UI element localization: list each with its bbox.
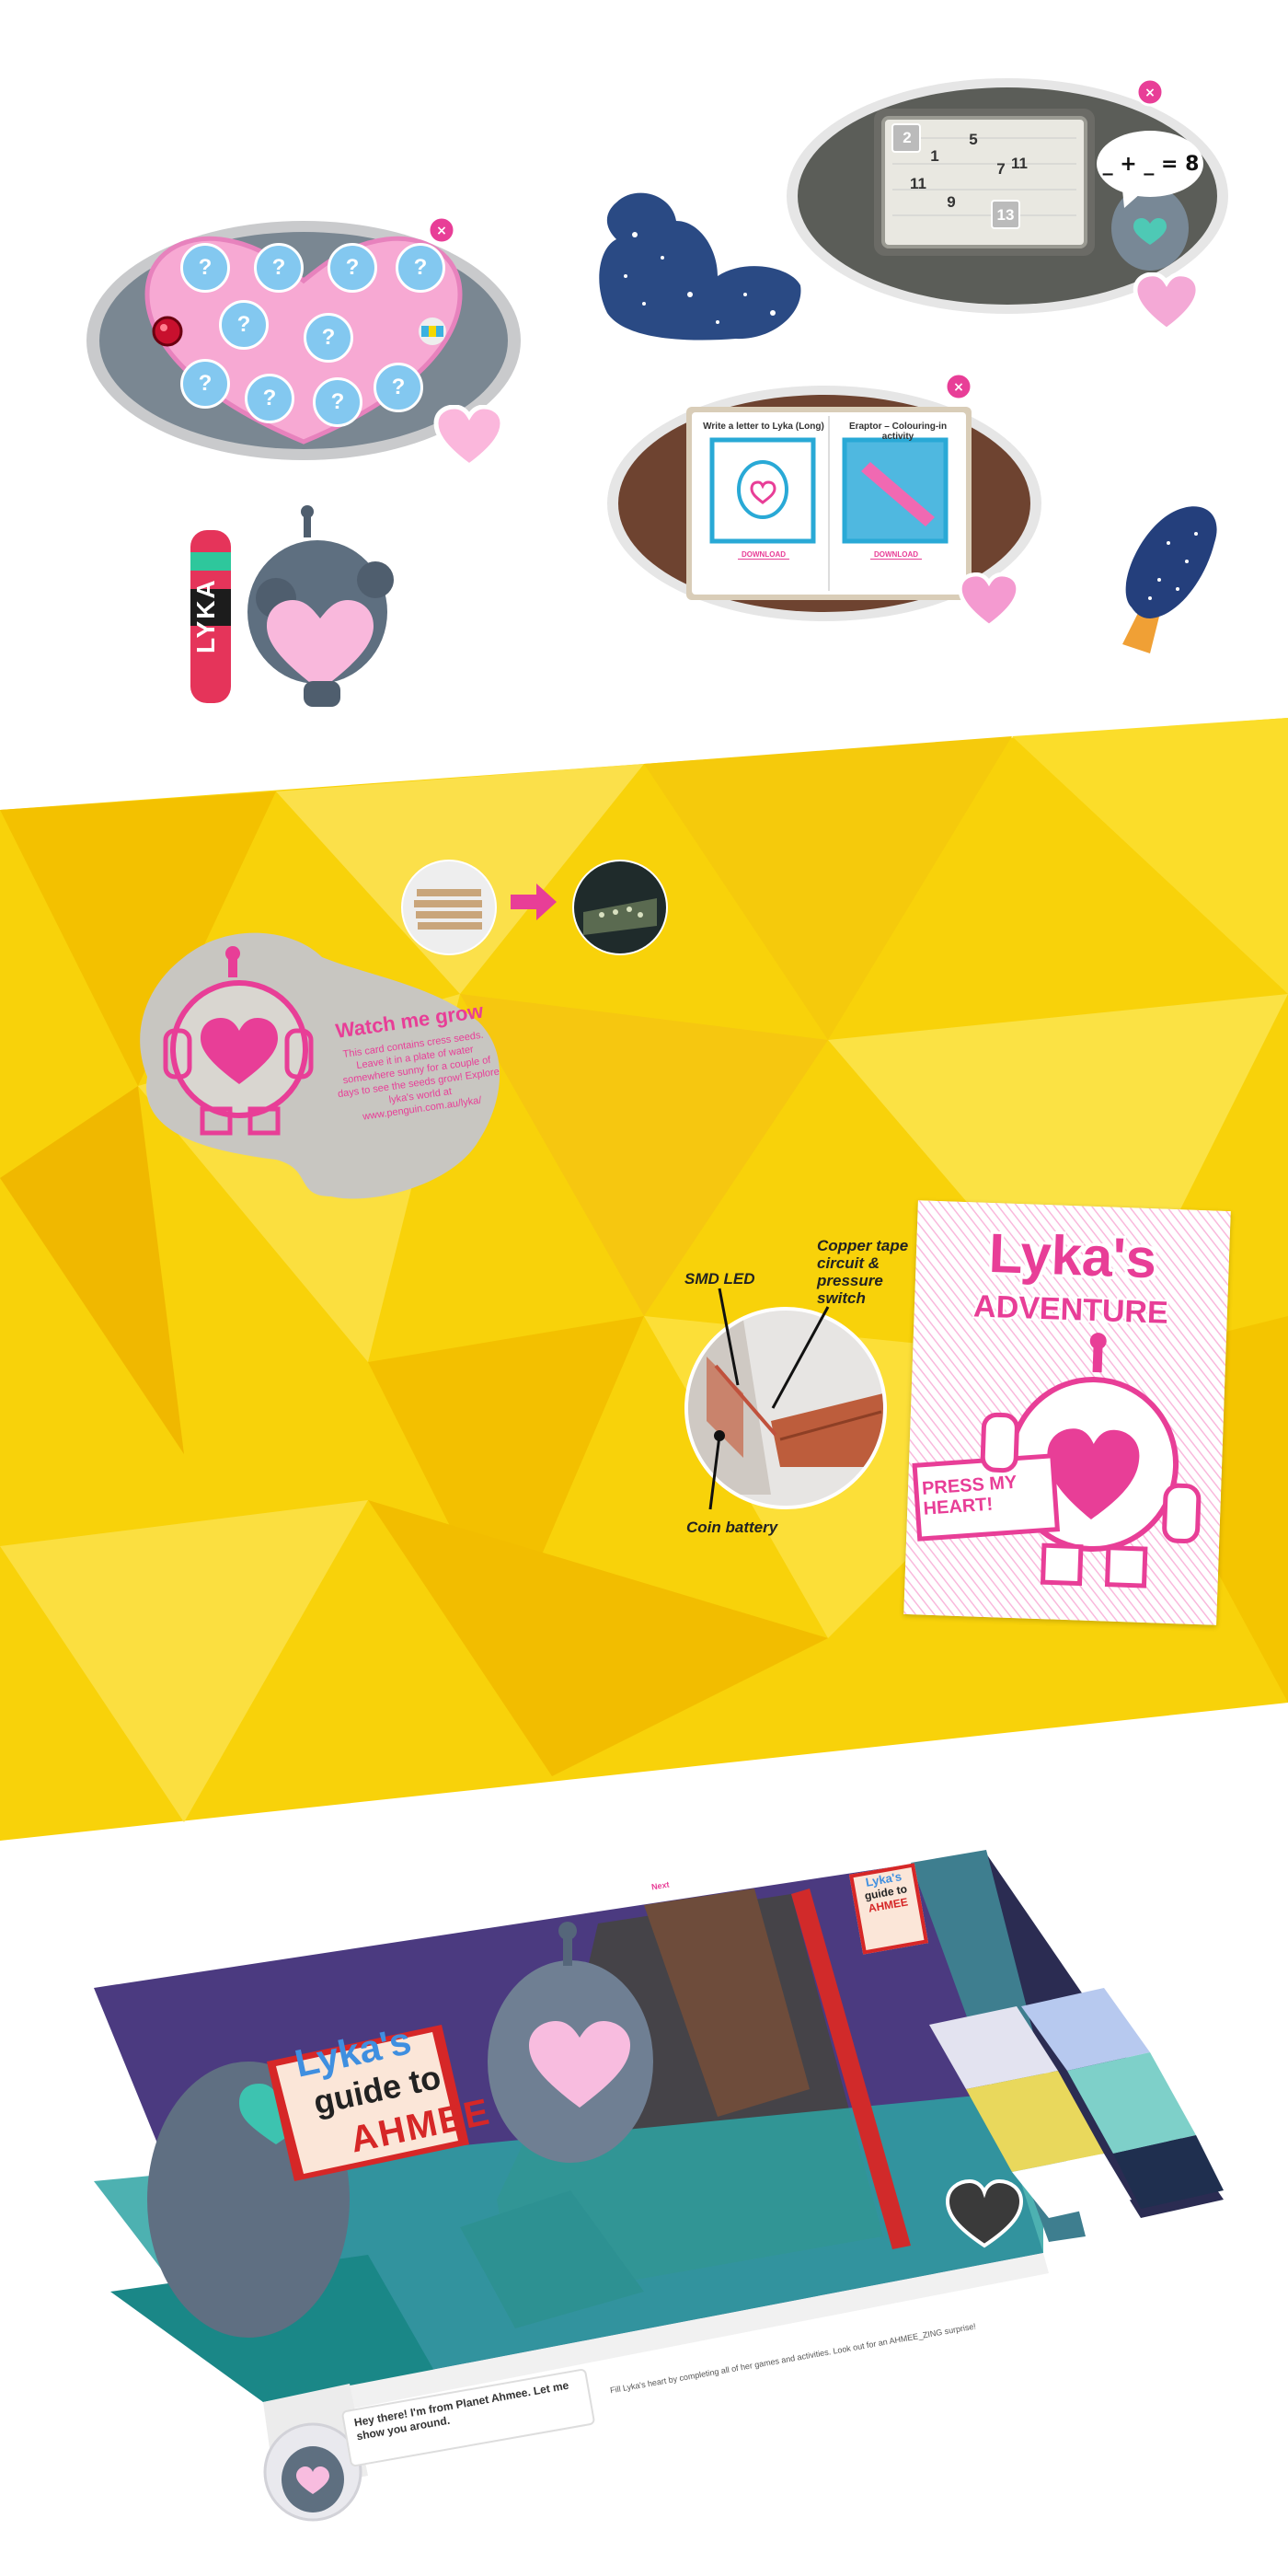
number-tile[interactable]: 11 — [1006, 155, 1032, 173]
label-smd-led: SMD LED — [684, 1270, 755, 1288]
number-tile[interactable]: 9 — [940, 193, 962, 212]
puzzle-tile[interactable]: ? — [313, 377, 362, 427]
heart-puzzle-card[interactable]: × ? ? ? ? ? ? ? ? ? ? — [83, 212, 543, 469]
number-tile[interactable]: 2 — [896, 129, 918, 147]
puzzle-tile[interactable]: ? — [374, 363, 423, 412]
puzzle-tile[interactable]: ? — [396, 243, 445, 293]
number-tile[interactable]: 13 — [992, 206, 1019, 225]
book-title: Lyka's — [987, 1221, 1158, 1290]
press-my-heart-label: PRESS MY HEART! — [921, 1472, 1018, 1519]
book-cover: Lyka's ADVENTURE PRESS MY HEART! — [903, 1200, 1231, 1625]
seed-card: Watch me grow This card contains cress s… — [129, 920, 524, 1215]
svg-text:×: × — [436, 224, 447, 238]
bookmark-text: LYKA — [191, 578, 220, 653]
ice-lolly-decoration — [1086, 497, 1233, 663]
equation-text: _ + _ = 8 — [1102, 153, 1200, 176]
download-button[interactable]: DOWNLOAD — [870, 550, 922, 560]
sprouts-circle — [572, 860, 668, 955]
svg-text:×: × — [1144, 86, 1156, 100]
puzzle-tile[interactable]: ? — [180, 359, 230, 409]
label-coin-battery: Coin battery — [686, 1519, 778, 1536]
download-button[interactable]: DOWNLOAD — [738, 550, 789, 560]
arrow-right-icon — [511, 884, 557, 920]
number-tile[interactable]: 11 — [907, 175, 929, 193]
label-copper-tape: Copper tape circuit & pressure switch — [817, 1237, 909, 1307]
robot-with-bookmark: LYKA — [166, 497, 423, 718]
activity-title: Write a letter to Lyka (Long) — [703, 422, 824, 432]
activities-card[interactable]: × Write a letter to Lyka (Long) Eraptor … — [604, 370, 1054, 637]
puzzle-tile[interactable]: ? — [328, 243, 377, 293]
heart-icon — [432, 405, 506, 469]
number-tile[interactable]: 1 — [924, 147, 946, 166]
puzzle-tile[interactable]: ? — [254, 243, 304, 293]
puzzle-tile[interactable]: ? — [304, 313, 353, 363]
math-game-card[interactable]: × 2 5 1 7 11 11 9 13 _ + _ = 8 — [782, 72, 1242, 333]
website-main-screen[interactable]: Lyka's guide to AHMEE Hey there! I'm fro… — [0, 1813, 1288, 2568]
heart-icon — [957, 572, 1021, 630]
puzzle-tile[interactable]: ? — [245, 374, 294, 423]
jelly-bear-decoration — [589, 184, 810, 350]
puzzle-tile[interactable]: ? — [180, 243, 230, 293]
svg-text:×: × — [953, 380, 964, 395]
side-sign: Lyka's guide to AHMEE — [848, 1863, 929, 1955]
number-tile[interactable]: 5 — [962, 131, 984, 149]
activity-title: Eraptor – Colouring-in activity — [848, 422, 948, 442]
puzzle-tile[interactable]: ? — [219, 300, 269, 350]
heart-icon — [1132, 272, 1202, 333]
